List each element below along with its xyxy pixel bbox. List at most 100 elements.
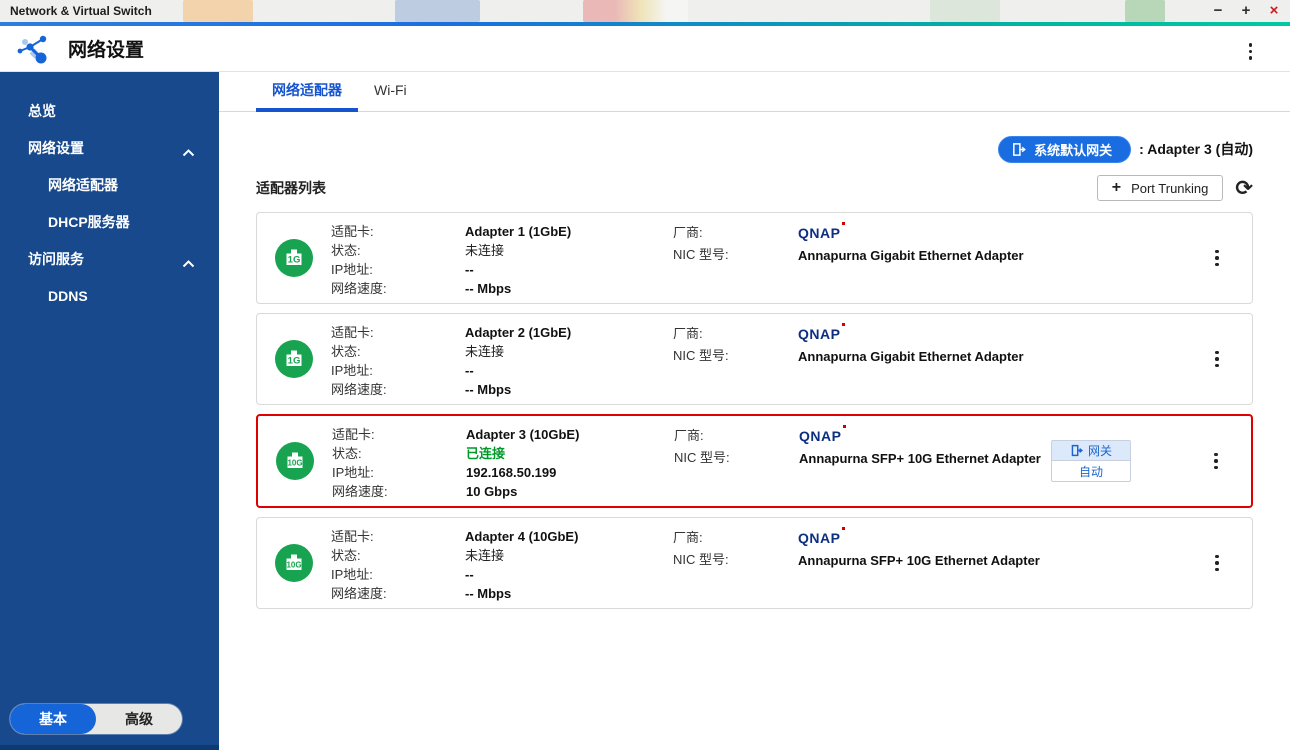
adapter-name: Adapter 2 (1GbE) — [465, 325, 572, 340]
adapter-field-labels: 适配卡: 状态: IP地址: 网络速度: — [331, 319, 465, 399]
vendor-logo: QNAP — [798, 222, 845, 244]
adapter-speed-badge: 1G — [288, 255, 301, 266]
adapter-icon-cell: 10G — [257, 523, 331, 603]
label-adapter: 适配卡: — [332, 427, 375, 442]
adapter-icon-cell: 1G — [257, 319, 331, 399]
sidebar: 总览网络设置网络适配器 DHCP服务器访问服务 DDNS 基本 高级 — [0, 72, 219, 750]
page-title: 网络设置 — [68, 40, 145, 61]
adapter-menu-kebab[interactable] — [1208, 447, 1224, 476]
close-button[interactable]: × — [1266, 0, 1282, 22]
adapter-tags-cell: 网关 自动 — [1051, 421, 1181, 501]
window-titlebar: Network & Virtual Switch − + × — [0, 0, 1290, 22]
port-trunking-label: Port Trunking — [1131, 180, 1209, 196]
minimize-button[interactable]: − — [1210, 0, 1226, 22]
advanced-mode-button[interactable]: 高级 — [96, 704, 182, 734]
port-trunking-button[interactable]: + Port Trunking — [1096, 175, 1224, 201]
adapter-status: 已连接 — [466, 446, 506, 461]
sidebar-item-label: 网络设置 — [28, 139, 84, 156]
sidebar-item-label: 访问服务 — [28, 250, 84, 267]
adapter-menu-kebab[interactable] — [1209, 345, 1225, 374]
adapter-card[interactable]: 10G 适配卡: 状态: IP地址: 网络速度: Adapter 4 (10GbE) 未连接… — [256, 517, 1253, 609]
label-adapter: 适配卡: — [331, 224, 374, 239]
adapter-ip: -- — [465, 363, 474, 378]
header-more-menu-kebab[interactable] — [1243, 37, 1259, 66]
vendor-field-labels: 厂商: NIC 型号: — [673, 319, 798, 399]
label-nic-model: NIC 型号: — [674, 450, 730, 465]
nic-model: Annapurna SFP+ 10G Ethernet Adapter — [798, 553, 1040, 568]
adapter-actions-cell — [1182, 523, 1252, 603]
adapter-speed-badge: 10G — [287, 459, 302, 468]
vendor-field-values: QNAP Annapurna SFP+ 10G Ethernet Adapter — [799, 421, 1051, 501]
adapter-ip: -- — [465, 567, 474, 582]
desktop-icon-fragment — [1125, 0, 1165, 22]
tab-label: Wi-Fi — [374, 82, 407, 98]
adapter-speed-icon: 10G — [275, 544, 313, 582]
chevron-up-icon — [182, 255, 195, 271]
vendor-logo: QNAP — [798, 323, 845, 345]
adapter-field-labels: 适配卡: 状态: IP地址: 网络速度: — [331, 218, 465, 298]
adapter-speed: 10 Gbps — [466, 484, 518, 499]
gateway-tag-box: 网关 自动 — [1051, 440, 1131, 482]
adapter-actions-cell — [1182, 319, 1252, 399]
vendor-field-labels: 厂商: NIC 型号: — [674, 421, 799, 501]
adapter-menu-kebab[interactable] — [1209, 549, 1225, 578]
window-title: Network & Virtual Switch — [10, 4, 152, 18]
sidebar-item-access-services[interactable]: 访问服务 — [0, 240, 219, 277]
adapter-list: 1G 适配卡: 状态: IP地址: 网络速度: Adapter 1 (1GbE) 未连接 --… — [256, 212, 1253, 609]
sidebar-item-ddns[interactable]: DDNS — [0, 277, 219, 314]
adapter-field-values: Adapter 4 (10GbE) 未连接 -- -- Mbps — [465, 523, 673, 603]
app-header: 网络设置 — [0, 26, 1290, 72]
sidebar-item-label: 总览 — [28, 102, 56, 119]
adapter-speed-badge: 10G — [286, 561, 301, 570]
maximize-button[interactable]: + — [1238, 0, 1254, 22]
adapter-name: Adapter 4 (10GbE) — [465, 529, 579, 544]
label-nic-model: NIC 型号: — [673, 247, 729, 262]
refresh-icon[interactable]: ⟳ — [1235, 178, 1253, 199]
adapter-status: 未连接 — [465, 548, 505, 563]
tab-label: 网络适配器 — [272, 82, 342, 98]
adapter-name: Adapter 1 (1GbE) — [465, 224, 572, 239]
adapter-card[interactable]: 10G 适配卡: 状态: IP地址: 网络速度: Adapter 3 (10GbE) 已连接… — [256, 414, 1253, 508]
adapter-speed-icon: 1G — [275, 340, 313, 378]
adapter-speed: -- Mbps — [465, 281, 512, 296]
label-ip: IP地址: — [331, 567, 373, 582]
adapter-field-values: Adapter 2 (1GbE) 未连接 -- -- Mbps — [465, 319, 673, 399]
adapter-tags-cell — [1052, 319, 1182, 399]
virtual-switch-app-icon — [16, 32, 52, 66]
nic-model: Annapurna SFP+ 10G Ethernet Adapter — [799, 451, 1041, 466]
label-status: 状态: — [331, 548, 361, 563]
tab-wifi[interactable]: Wi-Fi — [358, 72, 423, 112]
adapter-card[interactable]: 1G 适配卡: 状态: IP地址: 网络速度: Adapter 2 (1GbE) 未连接 --… — [256, 313, 1253, 405]
adapter-list-title: 适配器列表 — [256, 180, 326, 196]
sidebar-item-label: DHCP服务器 — [48, 213, 130, 230]
sidebar-item-network-settings[interactable]: 网络设置 — [0, 129, 219, 166]
tab-network-adapter[interactable]: 网络适配器 — [256, 72, 358, 112]
vendor-field-labels: 厂商: NIC 型号: — [673, 218, 798, 298]
gateway-row: 系统默认网关 : Adapter 3 (自动) — [256, 135, 1253, 163]
plus-icon: + — [1111, 179, 1122, 196]
vendor-logo: QNAP — [799, 425, 846, 447]
adapter-actions-cell — [1181, 421, 1251, 501]
main-content: 网络适配器 Wi-Fi 系统默认网关 : Adapter 3 (自动) 适配器列… — [219, 72, 1290, 750]
label-speed: 网络速度: — [331, 586, 387, 601]
system-default-gateway-button[interactable]: 系统默认网关 — [998, 135, 1132, 163]
auto-tag-label: 自动 — [1078, 464, 1103, 479]
label-speed: 网络速度: — [331, 281, 387, 296]
label-vendor: 厂商: — [673, 530, 703, 545]
basic-mode-button[interactable]: 基本 — [10, 704, 96, 734]
adapter-tags-cell — [1052, 218, 1182, 298]
gateway-icon — [1071, 444, 1083, 457]
vendor-field-labels: 厂商: NIC 型号: — [673, 523, 798, 603]
app-window: Network & Virtual Switch − + × 网络设置 总览 网… — [0, 0, 1290, 751]
label-vendor: 厂商: — [674, 428, 704, 443]
sidebar-item-overview[interactable]: 总览 — [0, 92, 219, 129]
adapter-card[interactable]: 1G 适配卡: 状态: IP地址: 网络速度: Adapter 1 (1GbE) 未连接 --… — [256, 212, 1253, 304]
auto-tag: 自动 — [1052, 461, 1130, 481]
sidebar-item-dhcp-server[interactable]: DHCP服务器 — [0, 203, 219, 240]
adapter-list-header: 适配器列表 + Port Trunking ⟳ — [256, 175, 1253, 201]
adapter-name: Adapter 3 (10GbE) — [466, 427, 580, 442]
adapter-menu-kebab[interactable] — [1209, 244, 1225, 273]
sidebar-item-label: 网络适配器 — [48, 176, 118, 193]
sidebar-item-network-adapter[interactable]: 网络适配器 — [0, 166, 219, 203]
window-controls: − + × — [1210, 0, 1282, 22]
